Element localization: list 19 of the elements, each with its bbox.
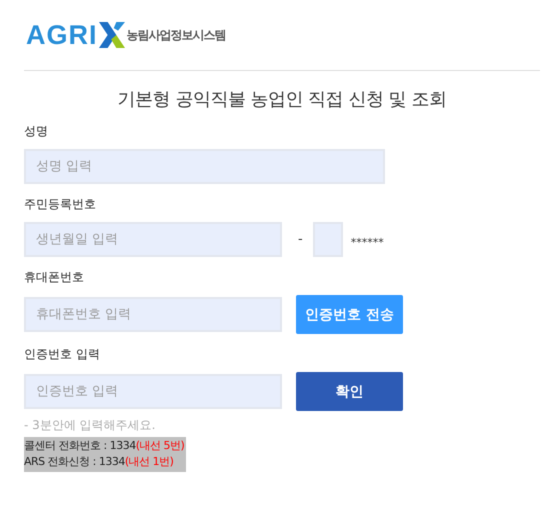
input-field[interactable] <box>312 222 343 257</box>
contact-line: ARS 전화신청 : 1334(내선 1번) <box>24 454 174 470</box>
confirm-button[interactable]: 확인 <box>296 372 403 411</box>
input-field[interactable]: 생년월일 입력 <box>24 222 282 257</box>
field-label: 주민등록번호 <box>24 196 97 213</box>
field-label: 성명 <box>24 123 49 140</box>
page-title: 기본형 공익직불 농업인 직접 신청 및 조회 <box>116 88 448 111</box>
masked-digits: ****** <box>350 236 384 249</box>
field-label: 인증번호 입력 <box>24 346 101 363</box>
hint-text: - 3분안에 입력해주세요. <box>24 417 156 434</box>
field-label: 휴대폰번호 <box>24 269 85 286</box>
dash-separator: - <box>298 232 303 247</box>
contact-line: 콜센터 전화번호 : 1334(내선 5번) <box>24 438 184 454</box>
input-field[interactable]: 성명 입력 <box>24 149 385 184</box>
input-field[interactable]: 휴대폰번호 입력 <box>24 297 282 332</box>
logo-x-icon <box>98 21 124 49</box>
logo-wordmark: AGRI <box>26 20 98 50</box>
logo-subtitle: 농림사업정보시스템 <box>126 26 226 44</box>
input-field[interactable]: 인증번호 입력 <box>24 374 282 409</box>
